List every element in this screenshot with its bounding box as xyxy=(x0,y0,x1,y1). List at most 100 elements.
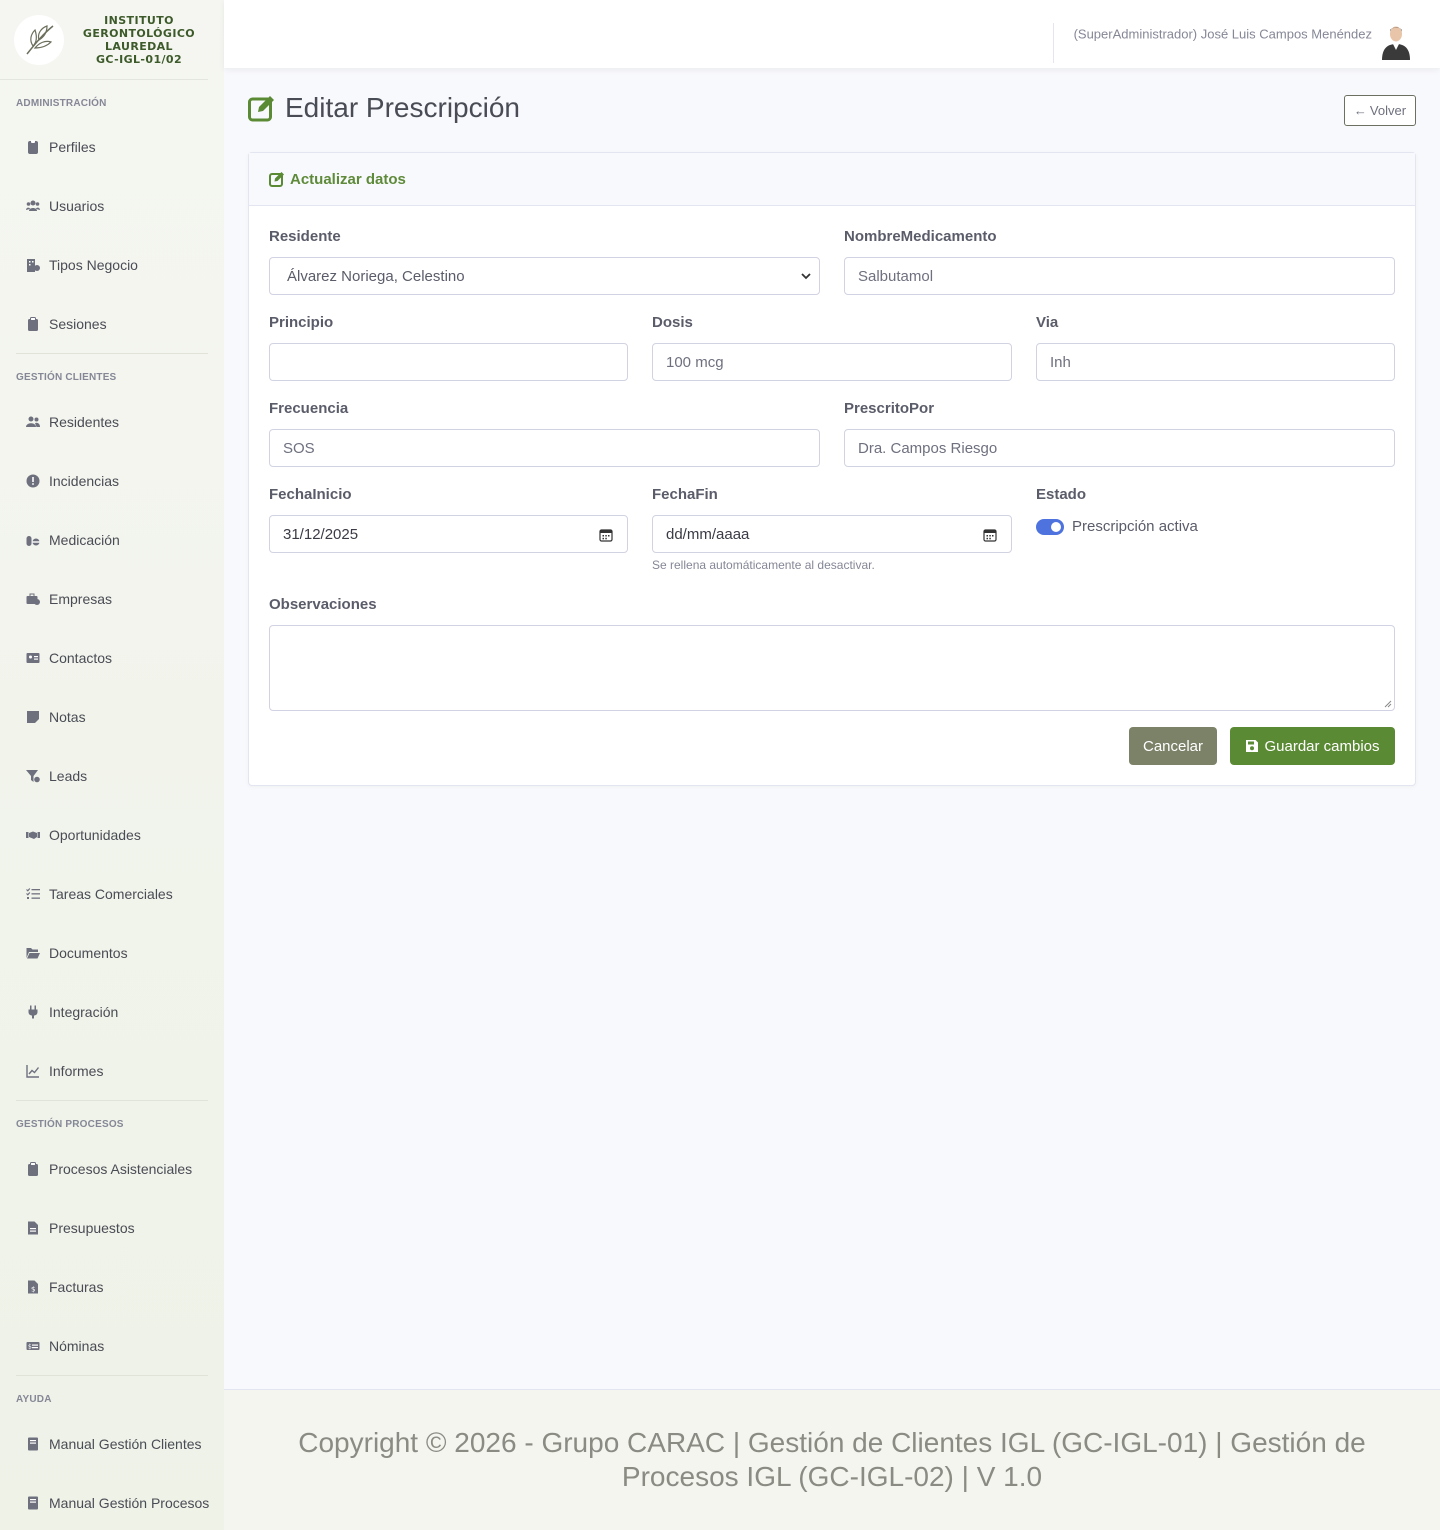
frecuencia-input[interactable]: SOS xyxy=(269,429,820,467)
nombre-medicamento-value: Salbutamol xyxy=(858,267,934,285)
sidebar-item-notas[interactable]: Notas xyxy=(0,687,224,746)
folder-open-icon xyxy=(24,946,41,960)
sidebar-item-perfiles[interactable]: Perfiles xyxy=(0,117,224,176)
sidebar-item-incidencias[interactable]: Incidencias xyxy=(0,451,224,510)
sidebar-item-label: Perfiles xyxy=(49,138,96,155)
invoice-icon: $ xyxy=(24,1280,41,1294)
prescrito-por-input[interactable]: Dra. Campos Riesgo xyxy=(844,429,1395,467)
sidebar-item-label: Leads xyxy=(49,767,88,784)
file-icon xyxy=(24,1221,41,1235)
sidebar-item-label: Tareas Comerciales xyxy=(49,885,173,902)
sidebar-item-sesiones[interactable]: Sesiones xyxy=(0,294,224,353)
sidebar-item-manual-gestion-clientes[interactable]: Manual Gestión Clientes xyxy=(0,1414,224,1473)
sidebar-item-label: Oportunidades xyxy=(49,826,141,843)
page-title: Editar Prescripción xyxy=(285,92,520,123)
via-input[interactable]: Inh xyxy=(1036,343,1395,381)
sidebar-item-contactos[interactable]: Contactos xyxy=(0,628,224,687)
brand-line3: LAUREDAL xyxy=(105,39,173,53)
sidebar-item-facturas[interactable]: $ Facturas xyxy=(0,1257,224,1316)
sidebar-heading-administracion: ADMINISTRACIÓN xyxy=(16,98,107,109)
estado-toggle[interactable] xyxy=(1036,519,1064,535)
calendar-icon[interactable] xyxy=(599,528,613,542)
sidebar-item-nominas[interactable]: $ Nóminas xyxy=(0,1316,224,1375)
edit-icon xyxy=(269,172,284,187)
calendar-icon[interactable] xyxy=(983,528,997,542)
users-icon xyxy=(24,199,41,213)
sidebar-item-oportunidades[interactable]: Oportunidades xyxy=(0,805,224,864)
brand[interactable]: INSTITUTO GERONTOLÓGICO LAUREDAL GC-IGL-… xyxy=(0,0,208,80)
card-header: Actualizar datos xyxy=(249,153,1415,206)
plug-icon xyxy=(24,1005,41,1019)
sidebar-item-label: Procesos Asistenciales xyxy=(49,1160,193,1177)
brand-code: GC-IGL-01/02 xyxy=(95,52,183,66)
save-button[interactable]: Guardar cambios xyxy=(1230,727,1395,765)
save-button-label: Guardar cambios xyxy=(1264,737,1380,755)
principio-input[interactable] xyxy=(269,343,628,381)
sidebar-item-tipos-negocio[interactable]: Tipos Negocio xyxy=(0,235,224,294)
estado-toggle-label[interactable]: Prescripción activa xyxy=(1072,518,1198,535)
dosis-label: Dosis xyxy=(652,314,693,331)
nombre-medicamento-input[interactable]: Salbutamol xyxy=(844,257,1395,295)
sidebar-item-tareas-comerciales[interactable]: Tareas Comerciales xyxy=(0,864,224,923)
svg-text:$: $ xyxy=(28,1343,32,1350)
frecuencia-value: SOS xyxy=(283,439,315,457)
sidebar-item-medicacion[interactable]: Medicación xyxy=(0,510,224,569)
sidebar-item-label: Incidencias xyxy=(49,472,120,489)
sidebar-item-documentos[interactable]: Documentos xyxy=(0,923,224,982)
pills-icon xyxy=(24,533,41,547)
sidebar-item-residentes[interactable]: Residentes xyxy=(0,392,224,451)
back-button-label: Volver xyxy=(1369,103,1407,118)
book-icon xyxy=(24,1437,41,1451)
sidebar-heading-gestion-clientes: GESTIÓN CLIENTES xyxy=(16,372,117,383)
fecha-fin-input[interactable]: dd/mm/aaaa xyxy=(652,515,1012,553)
observaciones-textarea[interactable] xyxy=(269,625,1395,711)
card-title: Actualizar datos xyxy=(290,170,406,188)
sidebar-item-presupuestos[interactable]: Presupuestos xyxy=(0,1198,224,1257)
fecha-fin-value: dd/mm/aaaa xyxy=(666,525,750,543)
sidebar-item-label: Manual Gestión Procesos xyxy=(49,1494,210,1511)
sidebar-item-label: Empresas xyxy=(49,590,113,607)
tasks-icon xyxy=(24,887,41,901)
handshake-icon xyxy=(24,828,41,842)
back-button[interactable]: ← Volver xyxy=(1344,95,1416,126)
residente-select[interactable]: Álvarez Noriega, Celestino xyxy=(269,257,820,295)
sticky-note-icon xyxy=(24,710,41,724)
sidebar-item-usuarios[interactable]: Usuarios xyxy=(0,176,224,235)
topbar: (SuperAdministrador) José Luis Campos Me… xyxy=(224,0,1440,68)
dosis-input[interactable]: 100 mcg xyxy=(652,343,1012,381)
svg-text:$: $ xyxy=(31,1285,35,1293)
book-icon xyxy=(24,1496,41,1510)
sidebar-item-integracion[interactable]: Integración xyxy=(0,982,224,1041)
residente-label: Residente xyxy=(269,228,341,245)
resize-handle-icon[interactable] xyxy=(1384,700,1392,708)
cancel-button[interactable]: Cancelar xyxy=(1129,727,1217,765)
sidebar-item-informes[interactable]: Informes xyxy=(0,1041,224,1100)
sidebar-item-label: Manual Gestión Clientes xyxy=(49,1435,202,1452)
page-header: Editar Prescripción xyxy=(248,92,520,124)
id-badge-icon xyxy=(24,139,41,154)
frecuencia-label: Frecuencia xyxy=(269,400,349,417)
footer-copyright: Copyright © 2026 - Grupo CARAC | Gestión… xyxy=(298,1427,1366,1492)
chart-line-icon xyxy=(24,1064,41,1078)
sidebar-item-leads[interactable]: Leads xyxy=(0,746,224,805)
sidebar-item-label: Sesiones xyxy=(49,315,107,332)
sidebar-item-empresas[interactable]: Empresas xyxy=(0,569,224,628)
clipboard-icon xyxy=(24,1161,41,1176)
brand-logo xyxy=(14,14,64,65)
sidebar-item-label: Usuarios xyxy=(49,197,105,214)
sidebar: INSTITUTO GERONTOLÓGICO LAUREDAL GC-IGL-… xyxy=(0,0,224,1530)
avatar[interactable] xyxy=(1380,24,1412,60)
sidebar-item-procesos-asistenciales[interactable]: Procesos Asistenciales xyxy=(0,1139,224,1198)
fecha-fin-label: FechaFin xyxy=(652,486,718,503)
laurel-leaf-icon xyxy=(26,24,54,54)
sidebar-heading-ayuda: AYUDA xyxy=(16,1394,52,1405)
sidebar-heading-gestion-procesos: GESTIÓN PROCESOS xyxy=(16,1119,124,1130)
dosis-value: 100 mcg xyxy=(666,353,724,371)
via-label: Via xyxy=(1036,314,1059,331)
edit-icon xyxy=(248,96,274,122)
sidebar-item-manual-gestion-procesos[interactable]: Manual Gestión Procesos xyxy=(0,1473,224,1530)
prescrito-por-label: PrescritoPor xyxy=(844,400,935,417)
chevron-down-icon xyxy=(801,273,811,280)
user-name[interactable]: (SuperAdministrador) José Luis Campos Me… xyxy=(1074,27,1372,42)
fecha-inicio-input[interactable]: 31/12/2025 xyxy=(269,515,628,553)
